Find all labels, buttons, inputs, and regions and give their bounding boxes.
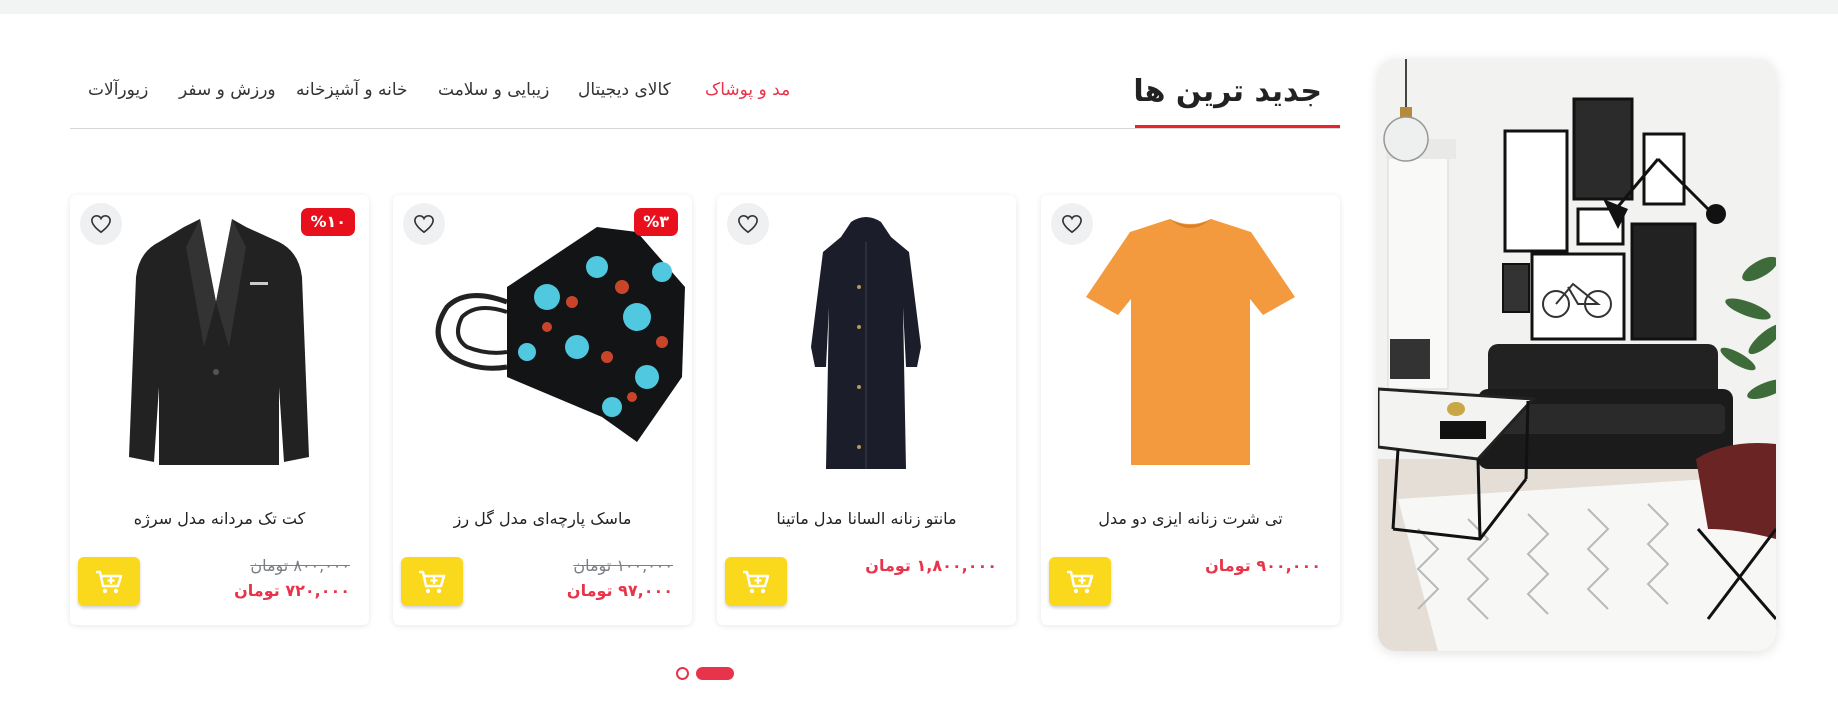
add-to-cart-icon	[743, 570, 770, 593]
add-to-cart-button[interactable]	[1049, 557, 1111, 606]
section-title: جدید ترین ها	[1133, 74, 1322, 109]
tab-beauty-health[interactable]: زیبایی و سلامت	[438, 80, 549, 100]
product-card[interactable]: %۳ ماسک پارچه‌ای مدل گل رز ۱۰۰,۰۰۰ تومان…	[393, 195, 692, 625]
tab-fashion[interactable]: مد و پوشاک	[705, 80, 790, 100]
heart-icon	[414, 214, 434, 234]
product-image-black-coat	[811, 217, 921, 469]
living-room-image	[1378, 59, 1776, 651]
add-to-cart-button[interactable]	[78, 557, 140, 606]
product-price: ۹۷,۰۰۰ تومان	[566, 581, 673, 600]
add-to-cart-button[interactable]	[401, 557, 463, 606]
add-to-cart-button[interactable]	[725, 557, 787, 606]
product-name[interactable]: ماسک پارچه‌ای مدل گل رز	[393, 509, 692, 528]
product-name[interactable]: مانتو زنانه السانا مدل ماتینا	[717, 509, 1016, 528]
discount-badge: %۱۰	[301, 208, 355, 236]
product-image-black-blazer	[129, 219, 309, 465]
add-to-cart-icon	[419, 570, 446, 593]
wishlist-button[interactable]	[727, 203, 769, 245]
product-card[interactable]: مانتو زنانه السانا مدل ماتینا ۱,۸۰۰,۰۰۰ …	[717, 195, 1016, 625]
tab-jewelry[interactable]: زیورآلات	[88, 80, 148, 100]
product-old-price: ۱۰۰,۰۰۰ تومان	[573, 556, 673, 575]
discount-badge: %۳	[634, 208, 678, 236]
wishlist-button[interactable]	[1051, 203, 1093, 245]
heart-icon	[1062, 214, 1082, 234]
add-to-cart-icon	[1067, 570, 1094, 593]
wishlist-button[interactable]	[403, 203, 445, 245]
pager-dot-active[interactable]	[696, 667, 734, 680]
product-old-price: ۸۰۰,۰۰۰ تومان	[250, 556, 350, 575]
heart-icon	[91, 214, 111, 234]
wishlist-button[interactable]	[80, 203, 122, 245]
top-bar	[0, 0, 1838, 14]
product-image-orange-tshirt	[1086, 219, 1295, 465]
heart-icon	[738, 214, 758, 234]
tab-sport-travel[interactable]: ورزش و سفر	[179, 80, 276, 100]
tab-home-kitchen[interactable]: خانه و آشپزخانه	[296, 80, 408, 100]
product-price: ۷۲۰,۰۰۰ تومان	[234, 581, 350, 600]
product-card[interactable]: %۱۰ کت تک مردانه مدل سرژه ۸۰۰,۰۰۰ تومان …	[70, 195, 369, 625]
product-name[interactable]: تی شرت زنانه ایزی دو مدل	[1041, 509, 1340, 528]
add-to-cart-icon	[96, 570, 123, 593]
promo-banner[interactable]	[1378, 59, 1776, 651]
product-name[interactable]: کت تک مردانه مدل سرژه	[70, 509, 369, 528]
product-price: ۹۰۰,۰۰۰ تومان	[1205, 556, 1321, 575]
header-divider	[70, 128, 1340, 129]
product-card[interactable]: تی شرت زنانه ایزی دو مدل ۹۰۰,۰۰۰ تومان	[1041, 195, 1340, 625]
tab-digital[interactable]: کالای دیجیتال	[578, 80, 671, 100]
product-price: ۱,۸۰۰,۰۰۰ تومان	[865, 556, 997, 575]
product-image-flower-mask	[435, 227, 685, 442]
pager-dot[interactable]	[676, 667, 689, 680]
category-tabs: مد و پوشاک کالای دیجیتال زیبایی و سلامت …	[80, 80, 800, 110]
